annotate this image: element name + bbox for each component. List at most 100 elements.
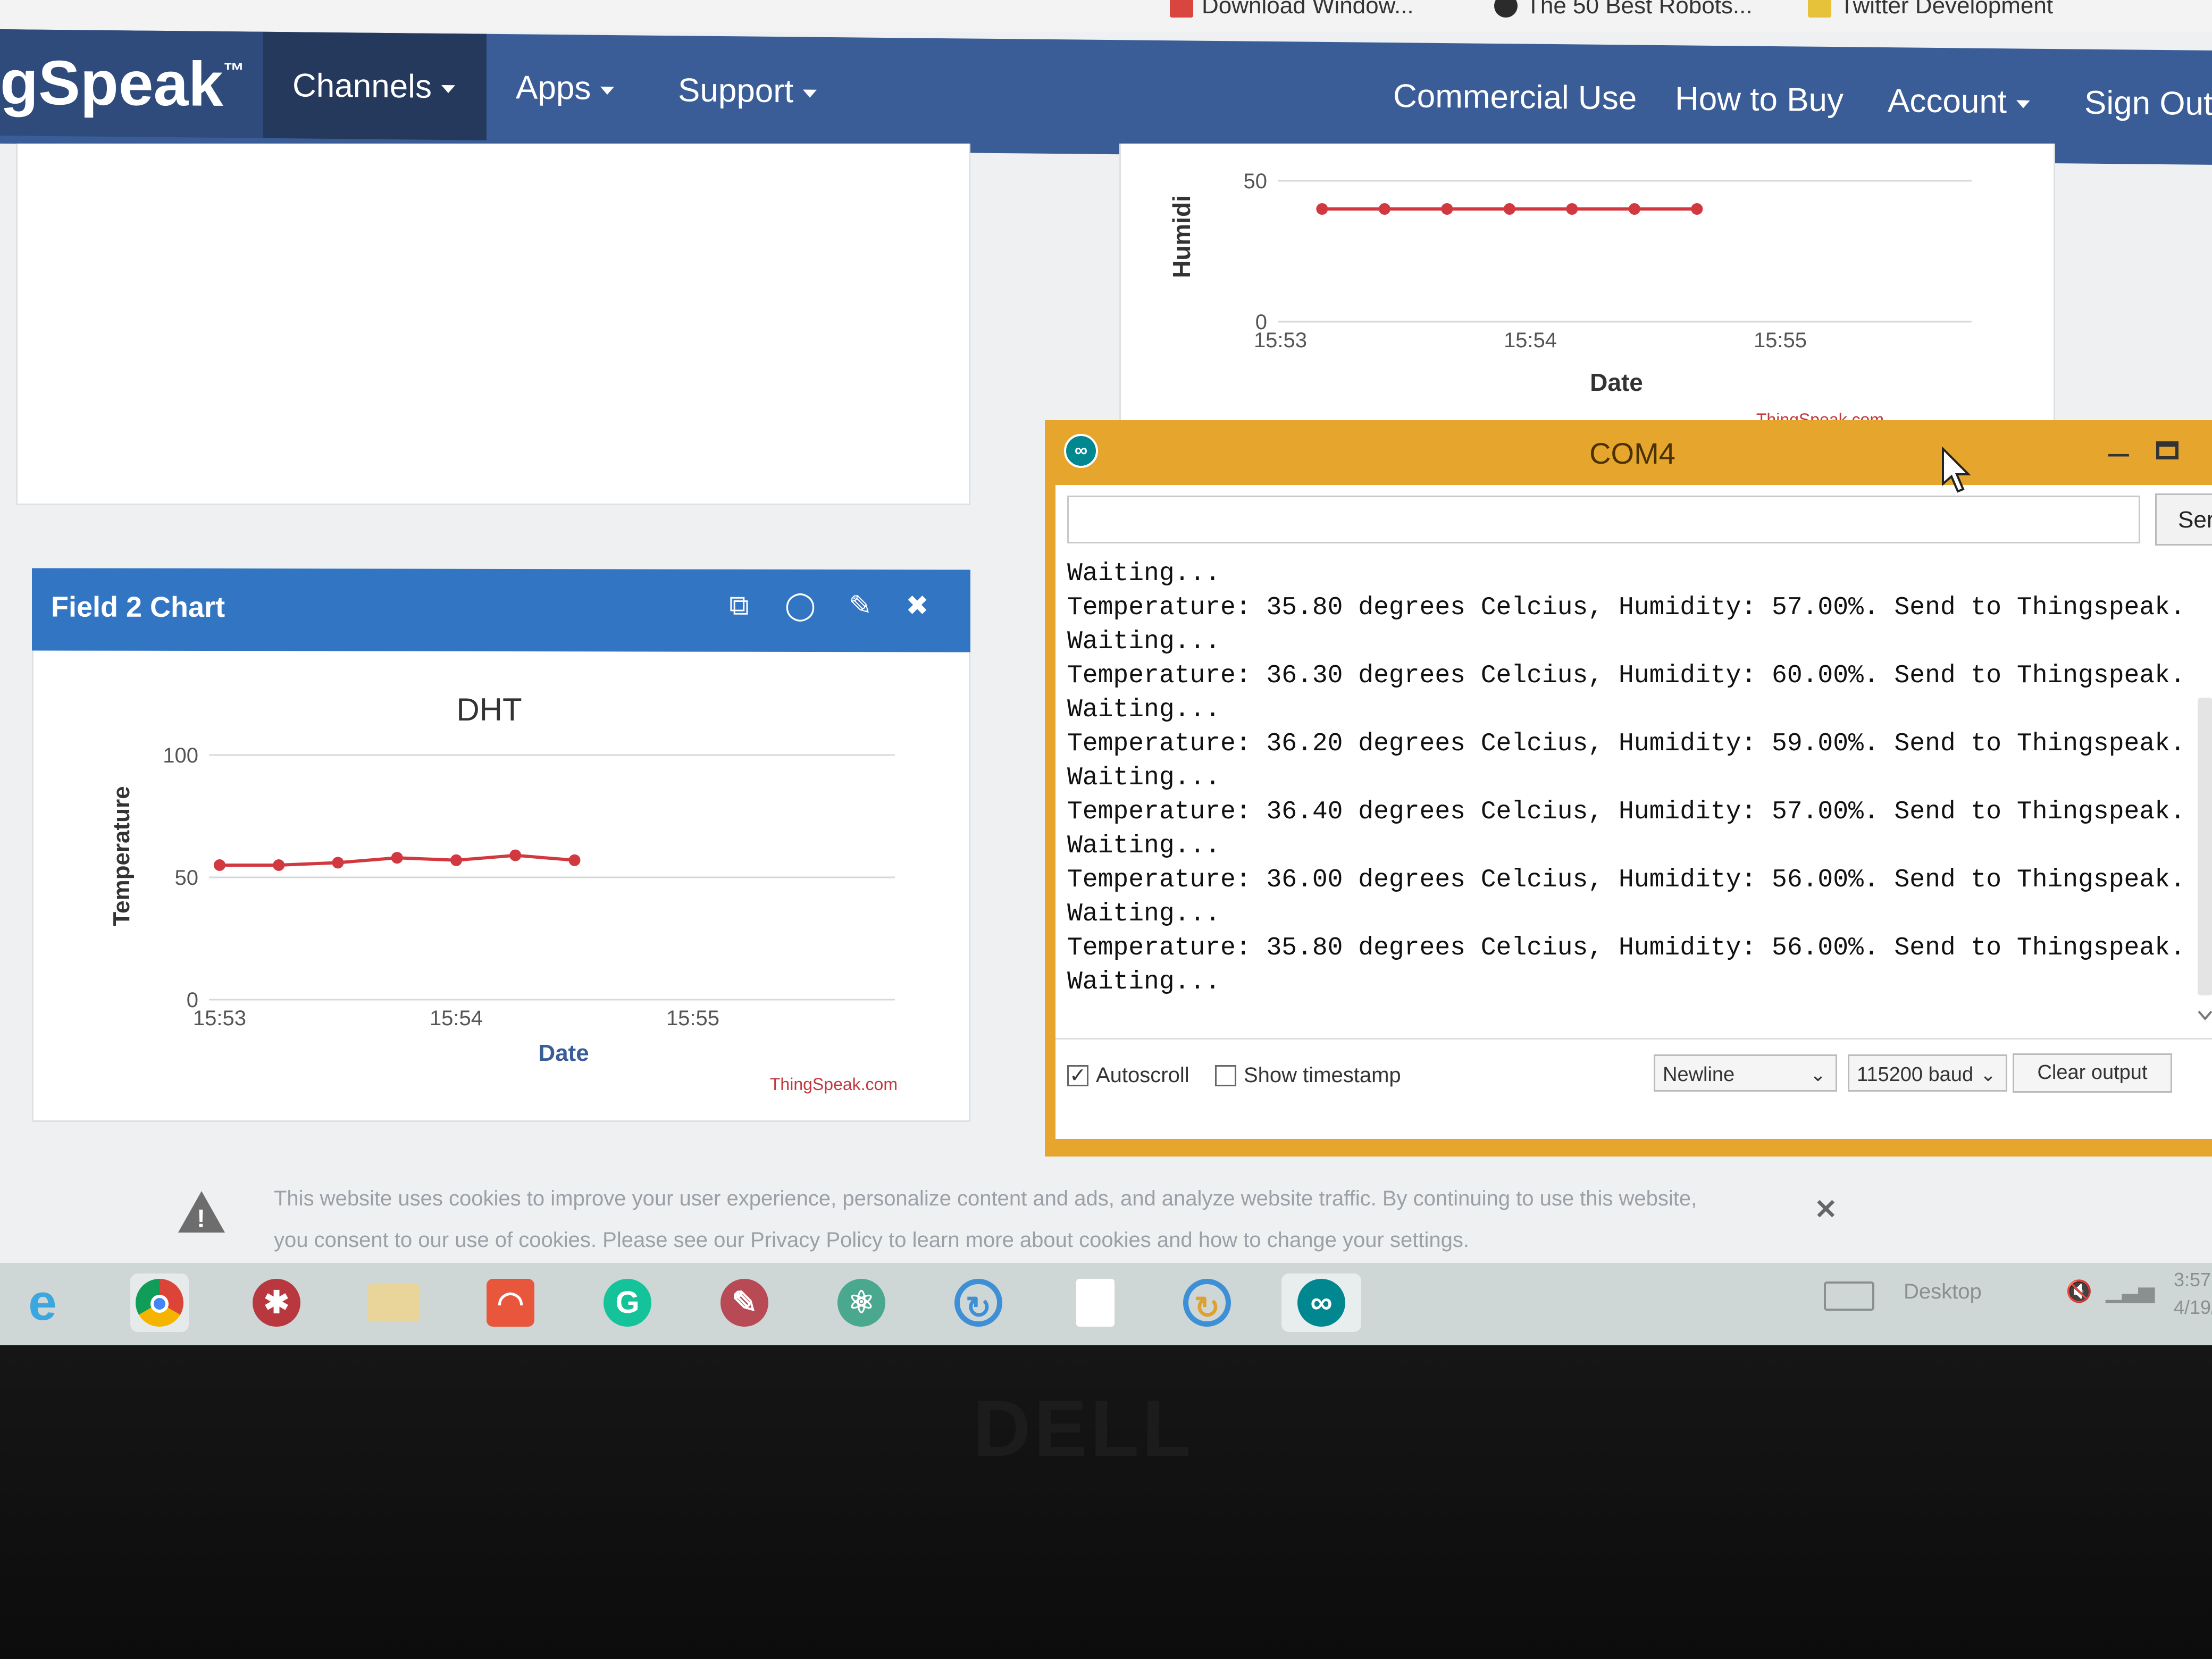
bookmark-twitter-development[interactable]: Twitter Development (1808, 0, 2053, 19)
arduino-icon[interactable]: ∞ (1281, 1273, 1361, 1332)
desktop-toolbar-label[interactable]: Desktop (1904, 1280, 1982, 1304)
serial-input-field[interactable] (1067, 496, 2140, 543)
dht-data-point (391, 852, 403, 864)
checkbox-box (1215, 1065, 1236, 1086)
dht-xtick-label: 15:55 (666, 1007, 719, 1030)
field2-chart-panel: 15:53 15:54 15:55 0 50 100 DHT Temperature D… (32, 649, 970, 1122)
cookie-text: This website uses cookies to improve you… (274, 1178, 1816, 1261)
serial-line: Waiting... (1067, 968, 1221, 996)
serial-monitor-body: Ser Waiting... Temperature: 35.80 degrees… (1055, 485, 2212, 1139)
nav-account[interactable]: Account (1888, 82, 2031, 120)
hum-xtick-label: 15:54 (1504, 329, 1557, 352)
clock-time: 3:57 (2174, 1269, 2211, 1291)
edit-icon[interactable]: ✎ (844, 590, 876, 622)
dht-chart-xlabel: Date (538, 1040, 589, 1066)
serial-scrollbar[interactable] (2196, 698, 2212, 1027)
dht-data-point (509, 849, 522, 861)
dht-ytick-label: 0 (187, 988, 198, 1012)
field1-chart-panel (16, 144, 970, 505)
serial-line: Waiting... (1067, 764, 1221, 792)
dht-data-point (273, 859, 285, 871)
brand-name: gSpeak (0, 47, 223, 120)
dht-ytick-label: 100 (163, 744, 198, 767)
nav-commercial-use[interactable]: Commercial Use (1393, 78, 1637, 116)
serial-output[interactable]: Waiting... Temperature: 35.80 degrees Cel… (1055, 559, 2199, 1027)
nav-channels-label: Channels (292, 67, 432, 105)
checkbox-box: ✓ (1067, 1065, 1088, 1086)
bookmark-best-robots[interactable]: The 50 Best Robots... (1494, 0, 1753, 19)
dht-chart-title: DHT (456, 692, 522, 727)
serial-line: Temperature: 36.40 degrees Celcius, Humi… (1067, 798, 2185, 826)
file-explorer-icon[interactable] (364, 1273, 423, 1332)
dht-chart-ylabel: Temperature (108, 786, 135, 926)
dht-ytick-label: 50 (175, 866, 199, 890)
chevron-down-icon: ⌄ (1809, 1063, 1826, 1085)
serial-line: Temperature: 36.00 degrees Celcius, Humi… (1067, 866, 2185, 894)
caret-down-icon (600, 86, 615, 95)
brand-logo[interactable]: gSpeak™ (0, 29, 263, 138)
dht-xtick-label: 15:54 (430, 1007, 483, 1030)
hum-ytick-label: 0 (1255, 311, 1267, 334)
nav-sign-out[interactable]: Sign Out (2084, 85, 2212, 122)
paint-icon[interactable]: ✎ (715, 1273, 774, 1332)
grammarly-icon[interactable]: G (598, 1273, 657, 1332)
maximize-icon[interactable] (2156, 441, 2179, 459)
nav-channels[interactable]: Channels (292, 67, 455, 105)
humidity-chart-xlabel: Date (1590, 368, 1643, 396)
minimize-icon[interactable]: – (2108, 431, 2129, 473)
taskbar-clock[interactable]: 3:57 4/19/ (2174, 1266, 2212, 1321)
comment-icon[interactable]: ◯ (784, 590, 816, 622)
serial-monitor-titlebar[interactable]: ∞ COM4 – (1045, 420, 2212, 484)
ie-icon[interactable]: e (13, 1273, 72, 1332)
brand-trademark: ™ (223, 59, 245, 83)
keyboard-icon[interactable] (1824, 1281, 1874, 1311)
hum-ytick-label: 50 (1244, 170, 1268, 193)
autoscroll-label: Autoscroll (1096, 1063, 1189, 1087)
serial-line: Waiting... (1067, 900, 1221, 928)
popout-icon[interactable]: ⧉ (723, 590, 755, 622)
app-icon[interactable]: ✱ (247, 1273, 306, 1332)
dht-xtick-label: 15:53 (193, 1007, 246, 1030)
bookmark-favicon-icon (1494, 0, 1518, 18)
field2-chart-header: Field 2 Chart ⧉ ◯ ✎ ✖ (32, 568, 970, 652)
serial-line: Temperature: 35.80 degrees Celcius, Humi… (1067, 934, 2185, 962)
network-signal-icon[interactable]: ▁▃▅ (2106, 1279, 2155, 1303)
nav-apps[interactable]: Apps (516, 69, 615, 107)
nav-how-to-buy[interactable]: How to Buy (1675, 80, 1844, 119)
warning-mark: ! (197, 1205, 205, 1233)
clear-output-button[interactable]: Clear output (2013, 1053, 2172, 1093)
folder-icon (1808, 0, 1831, 18)
bookmark-label: The 50 Best Robots... (1526, 0, 1753, 19)
volume-muted-icon[interactable]: 🔇 (2066, 1279, 2092, 1304)
serial-line: Waiting... (1067, 832, 1221, 860)
timestamp-label: Show timestamp (1244, 1063, 1401, 1087)
screen: Download Window... The 50 Best Robots...… (0, 0, 2212, 1345)
bookmark-download-window[interactable]: Download Window... (1170, 0, 1414, 19)
send-button[interactable]: Ser (2155, 493, 2212, 546)
line-ending-value: Newline (1663, 1063, 1735, 1086)
document-icon[interactable] (1066, 1273, 1125, 1332)
serial-line: Temperature: 36.20 degrees Celcius, Humi… (1067, 730, 2185, 758)
hum-xtick-label: 15:55 (1754, 329, 1807, 352)
autoscroll-checkbox[interactable]: ✓ Autoscroll (1067, 1063, 1189, 1087)
atom-icon[interactable]: ⚛ (832, 1273, 891, 1332)
serial-line: Temperature: 35.80 degrees Celcius, Humi… (1067, 593, 2185, 622)
cookie-close-icon[interactable]: ✕ (1814, 1194, 1838, 1226)
timestamp-checkbox[interactable]: Show timestamp (1215, 1063, 1401, 1087)
close-icon[interactable]: ✖ (901, 590, 933, 622)
nav-support[interactable]: Support (678, 72, 817, 110)
nav-support-label: Support (678, 72, 794, 110)
serial-line: Temperature: 36.30 degrees Celcius, Humi… (1067, 661, 2185, 690)
line-ending-select[interactable]: Newline ⌄ (1654, 1054, 1837, 1092)
hum-data-point (1691, 203, 1703, 215)
dht-chart-credit[interactable]: ThingSpeak.com (770, 1075, 898, 1094)
cookie-line-2: you consent to our use of cookies. Pleas… (274, 1228, 1469, 1252)
chrome-icon[interactable] (130, 1273, 189, 1332)
serial-line: Waiting... (1067, 696, 1221, 724)
baud-rate-select[interactable]: 115200 baud ⌄ (1848, 1054, 2007, 1092)
hum-data-point (1566, 203, 1578, 215)
humidity-chart: 15:53 15:54 15:55 050 Humidi Date ThingSpe… (1168, 170, 1972, 429)
headphones-icon[interactable]: ◠ (481, 1273, 540, 1332)
sync-icon[interactable]: ↻ (949, 1273, 1008, 1332)
sync2-icon[interactable]: ↻ (1178, 1273, 1236, 1332)
